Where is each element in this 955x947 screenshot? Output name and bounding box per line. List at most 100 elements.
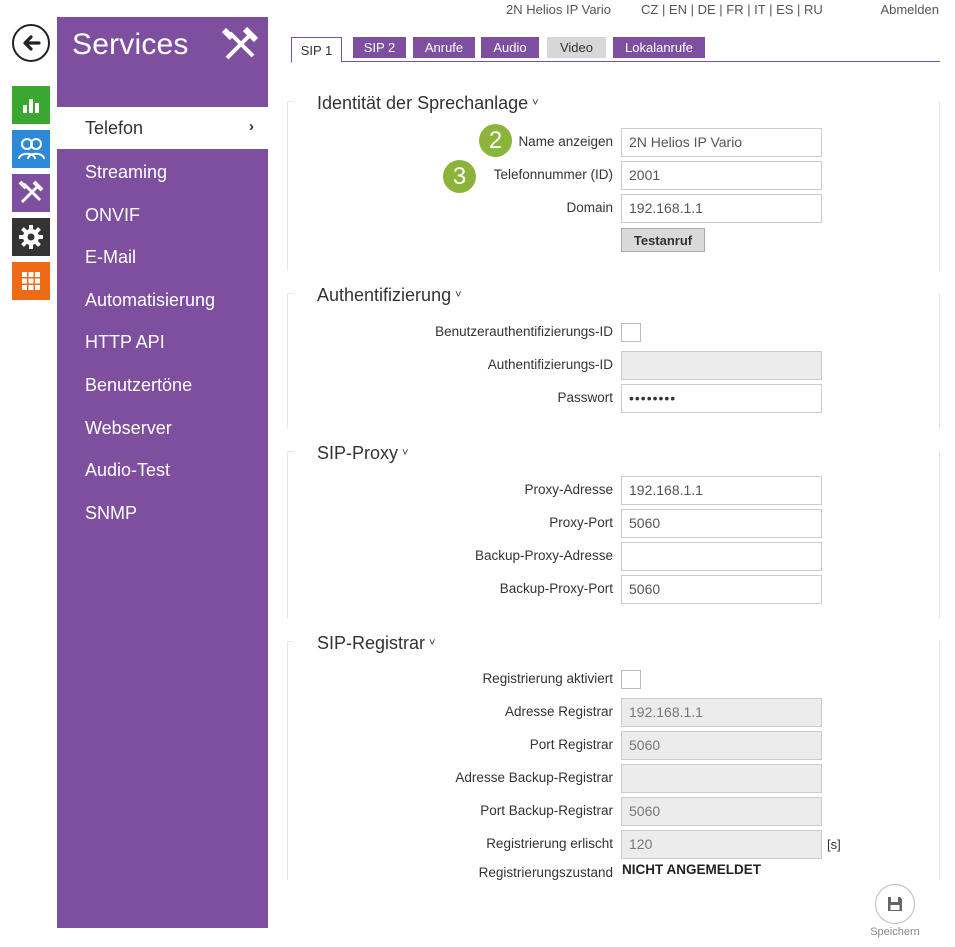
field-label: Backup-Proxy-Port: [499, 581, 613, 596]
registration-expiry-field[interactable]: 120: [621, 830, 822, 859]
sidebar-item-label: Audio-Test: [85, 459, 171, 480]
unit-label: [s]: [827, 837, 841, 852]
section-title-text: Identität der Sprechanlage: [317, 93, 529, 113]
sidebar-item-label: Streaming: [85, 161, 168, 182]
field-label: Proxy-Adresse: [524, 482, 613, 497]
backup-proxy-address-field[interactable]: [621, 542, 822, 571]
sidebar-item-email[interactable]: E-Mail: [57, 236, 268, 278]
form-row: Domain 192.168.1.1: [287, 194, 940, 223]
field-label: Registrierung aktiviert: [482, 671, 613, 686]
form-row: Authentifizierungs-ID: [287, 351, 940, 380]
form-row: Registrierungszustand NICHT ANGEMELDET: [287, 862, 940, 880]
field-label: Telefonnummer (ID): [493, 167, 613, 182]
registrar-address-field[interactable]: 192.168.1.1: [621, 698, 822, 727]
settings-button[interactable]: [12, 218, 50, 256]
field-label: Backup-Proxy-Adresse: [474, 548, 613, 563]
services-button[interactable]: [12, 174, 50, 212]
auth-id-field[interactable]: [621, 351, 822, 380]
proxy-port-field[interactable]: 5060: [621, 509, 822, 538]
field-label: Port Registrar: [529, 737, 613, 752]
status-button[interactable]: [12, 86, 50, 124]
form-row: Port Backup-Registrar 5060: [287, 797, 940, 826]
backup-registrar-port-field[interactable]: 5060: [621, 797, 822, 826]
sidebar-item-webserver[interactable]: Webserver: [57, 407, 268, 449]
section-title[interactable]: Identität der Sprechanlage ˅: [317, 93, 545, 114]
sidebar-title: Services: [72, 28, 189, 61]
sidebar-item-telefon[interactable]: Telefon ›: [57, 107, 268, 149]
apps-button[interactable]: [12, 262, 50, 300]
domain-field[interactable]: 192.168.1.1: [621, 194, 822, 223]
field-label: Name anzeigen: [518, 134, 613, 149]
sidebar-item-label: Webserver: [85, 417, 172, 438]
form-row: Port Registrar 5060: [287, 731, 940, 760]
save-label: Speichern: [870, 926, 920, 938]
icon-rail: [0, 0, 56, 947]
backup-proxy-port-field[interactable]: 5060: [621, 575, 822, 604]
section-title[interactable]: SIP-Proxy ˅: [317, 443, 415, 464]
form-row: Adresse Backup-Registrar: [287, 764, 940, 793]
sidebar-item-label: Telefon: [85, 117, 144, 138]
form-row: Registrierung aktiviert: [287, 665, 940, 694]
logout-link[interactable]: Abmelden: [880, 2, 939, 17]
sidebar-item-benutzertoene[interactable]: Benutzertöne: [57, 364, 268, 406]
form-row: Proxy-Adresse 192.168.1.1: [287, 476, 940, 505]
display-name-field[interactable]: 2N Helios IP Vario: [621, 128, 822, 157]
caret-down-icon: ˅: [532, 97, 539, 109]
field-label: Benutzerauthentifizierungs-ID: [435, 324, 613, 339]
identity-section: Identität der Sprechanlage ˅ 2 3 Name anz…: [287, 88, 940, 272]
section-title[interactable]: Authentifizierung ˅: [317, 285, 468, 306]
tab-video[interactable]: Video: [547, 37, 606, 58]
tab-sip2[interactable]: SIP 2: [353, 37, 406, 58]
device-name: 2N Helios IP Vario: [506, 2, 612, 17]
tab-sip1[interactable]: SIP 1: [291, 37, 342, 63]
proxy-section: SIP-Proxy ˅ Proxy-Adresse 192.168.1.1 Pro…: [287, 438, 940, 620]
form-row: Backup-Proxy-Adresse: [287, 542, 940, 571]
tools-icon: [221, 26, 259, 60]
sidebar-item-label: ONVIF: [85, 204, 141, 225]
phone-number-field[interactable]: 2001: [621, 161, 822, 190]
form-row: Proxy-Port 5060: [287, 509, 940, 538]
field-label: Passwort: [557, 390, 613, 405]
field-label: Authentifizierungs-ID: [487, 357, 613, 372]
registrar-section: SIP-Registrar ˅ Registrierung aktiviert A…: [287, 628, 940, 880]
field-label: Port Backup-Registrar: [480, 803, 613, 818]
form-row: Name anzeigen 2N Helios IP Vario: [287, 128, 940, 157]
form-row: Telefonnummer (ID) 2001: [287, 161, 940, 190]
back-icon: [23, 35, 41, 51]
sidebar-item-onvif[interactable]: ONVIF: [57, 194, 268, 236]
password-field[interactable]: ••••••••: [621, 384, 822, 413]
sidebar-item-streaming[interactable]: Streaming: [57, 151, 268, 193]
save-circle: [875, 884, 915, 924]
form-row: Backup-Proxy-Port 5060: [287, 575, 940, 604]
section-title[interactable]: SIP-Registrar ˅: [317, 633, 442, 654]
sidebar-item-snmp[interactable]: SNMP: [57, 492, 268, 534]
users-button[interactable]: [12, 130, 50, 168]
sidebar-item-http-api[interactable]: HTTP API: [57, 321, 268, 363]
auth-section: Authentifizierung ˅ Benutzerauthentifizie…: [287, 280, 940, 430]
tab-anrufe[interactable]: Anrufe: [413, 37, 475, 58]
services-sidebar: Services Telefon › Streaming ONVIF E-Mai…: [57, 17, 268, 928]
registration-state: NICHT ANGEMELDET: [622, 862, 761, 877]
registrar-port-field[interactable]: 5060: [621, 731, 822, 760]
tab-lokalanrufe[interactable]: Lokalanrufe: [613, 37, 705, 58]
form-row: Passwort ••••••••: [287, 384, 940, 413]
back-button[interactable]: [12, 24, 50, 62]
user-auth-checkbox[interactable]: [621, 323, 641, 342]
sidebar-item-automatisierung[interactable]: Automatisierung: [57, 279, 268, 321]
field-label: Domain: [566, 200, 613, 215]
sidebar-item-audio-test[interactable]: Audio-Test: [57, 449, 268, 491]
sidebar-item-label: E-Mail: [85, 246, 137, 267]
test-call-button[interactable]: Testanruf: [621, 228, 705, 252]
sidebar-item-label: Automatisierung: [85, 289, 216, 310]
section-title-text: SIP-Proxy: [317, 443, 399, 463]
status-chart-icon: [23, 99, 39, 113]
backup-registrar-address-field[interactable]: [621, 764, 822, 793]
proxy-address-field[interactable]: 192.168.1.1: [621, 476, 822, 505]
field-label: Registrierung erlischt: [486, 836, 613, 851]
save-button[interactable]: Speichern: [866, 884, 924, 942]
tab-audio[interactable]: Audio: [481, 37, 539, 58]
field-label: Proxy-Port: [549, 515, 613, 530]
main-content: Identität der Sprechanlage ˅ 2 3 Name anz…: [287, 88, 940, 880]
registration-enabled-checkbox[interactable]: [621, 670, 641, 689]
language-selector[interactable]: CZ | EN | DE | FR | IT | ES | RU: [641, 2, 823, 17]
